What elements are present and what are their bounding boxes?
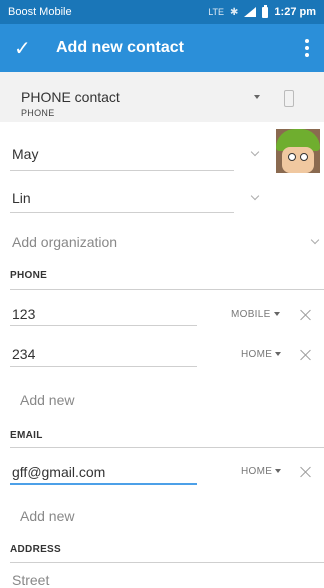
signal-icon: [244, 7, 257, 17]
account-selector[interactable]: PHONE contact PHONE: [0, 72, 324, 122]
network-type: LTE: [208, 7, 225, 17]
address-section-divider: [10, 562, 324, 563]
expand-lastname-icon[interactable]: [252, 193, 260, 201]
phone-account-icon: [284, 90, 294, 107]
first-name-underline: [10, 170, 234, 171]
carrier-name: Boost Mobile: [8, 6, 72, 18]
add-phone-button[interactable]: Add new: [20, 392, 74, 408]
page-title: Add new contact: [56, 39, 185, 56]
clock: 1:27 pm: [274, 6, 316, 18]
email-section-label: EMAIL: [10, 430, 43, 441]
overflow-menu-icon[interactable]: [304, 39, 310, 57]
system-icons: LTE ✱ 1:27 pm: [208, 4, 316, 18]
organization-field[interactable]: Add organization: [12, 234, 117, 250]
battery-icon: [262, 4, 269, 18]
first-name-field[interactable]: May: [12, 146, 38, 162]
remove-phone-icon[interactable]: [300, 349, 312, 361]
account-name: PHONE contact: [21, 89, 120, 105]
bluetooth-icon: ✱: [230, 6, 239, 18]
remove-email-icon[interactable]: [300, 466, 312, 478]
street-field[interactable]: Street: [12, 572, 49, 588]
email-underline: [10, 483, 197, 485]
email-field[interactable]: gff@gmail.com: [12, 464, 105, 480]
phone-number-field[interactable]: 234: [12, 346, 35, 362]
remove-phone-icon[interactable]: [300, 309, 312, 321]
save-check-icon[interactable]: ✓: [14, 36, 44, 61]
email-section-divider: [10, 447, 324, 448]
last-name-field[interactable]: Lin: [12, 190, 31, 206]
phone-number-underline: [10, 366, 197, 367]
expand-organization-icon[interactable]: [312, 237, 320, 245]
status-bar: Boost Mobile LTE ✱ 1:27 pm: [0, 0, 324, 24]
email-type-selector[interactable]: HOME: [241, 466, 282, 477]
address-section-label: ADDRESS: [10, 544, 61, 555]
expand-name-icon[interactable]: [252, 149, 260, 157]
add-email-button[interactable]: Add new: [20, 508, 74, 524]
contact-photo[interactable]: [276, 129, 320, 173]
phone-section-label: PHONE: [10, 270, 48, 281]
phone-type-selector[interactable]: MOBILE: [231, 309, 280, 320]
phone-number-field[interactable]: 123: [12, 306, 35, 322]
last-name-underline: [10, 212, 234, 213]
phone-number-underline: [10, 325, 197, 326]
account-type: PHONE: [21, 108, 55, 118]
phone-section-divider: [10, 289, 324, 290]
app-bar: ✓ Add new contact: [0, 24, 324, 72]
phone-type-selector[interactable]: HOME: [241, 349, 282, 360]
account-dropdown-icon[interactable]: [254, 95, 260, 99]
